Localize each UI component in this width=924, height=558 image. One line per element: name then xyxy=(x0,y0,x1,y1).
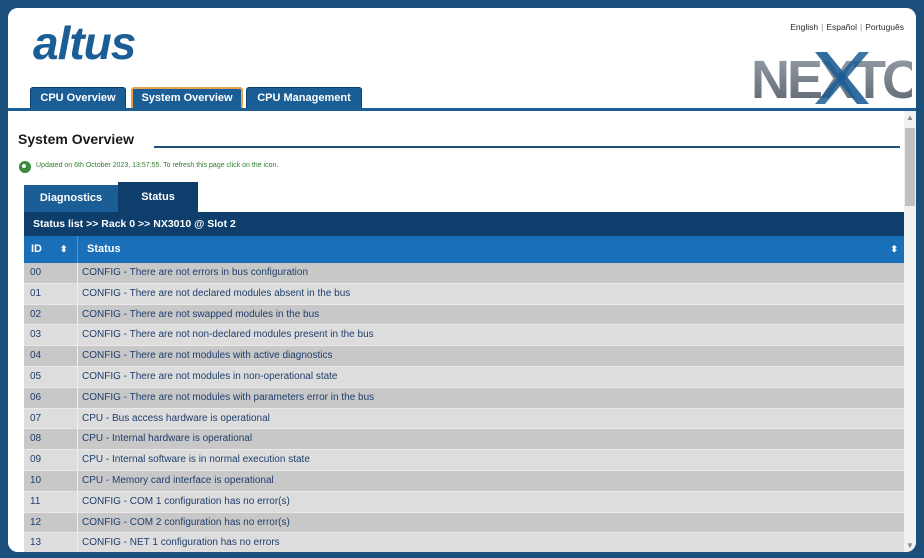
column-header-status-label: Status xyxy=(87,243,121,255)
scrollbar-thumb[interactable] xyxy=(905,128,915,206)
tab-cpu-management[interactable]: CPU Management xyxy=(246,87,362,108)
table-row: 05 CONFIG - There are not modules in non-… xyxy=(24,366,904,388)
row-status: CPU - Bus access hardware is operational xyxy=(82,412,270,424)
row-id: 09 xyxy=(24,450,78,470)
page-title: System Overview xyxy=(18,131,134,147)
table-row: 03 CONFIG - There are not non-declared mo… xyxy=(24,325,904,347)
row-status: CPU - Internal software is in normal exe… xyxy=(82,454,310,466)
table-row: 04 CONFIG - There are not modules with ac… xyxy=(24,346,904,367)
row-status: CONFIG - There are not modules in non-op… xyxy=(82,370,338,382)
row-status: CPU - Memory card interface is operation… xyxy=(82,474,274,486)
table-row: 09 CPU - Internal software is in normal e… xyxy=(24,450,904,471)
row-id: 10 xyxy=(24,470,78,491)
column-header-status[interactable]: Status ⬍ xyxy=(78,236,904,263)
row-id: 12 xyxy=(24,512,78,533)
page-header: altus English | Español | Português NEXTO CP… xyxy=(8,8,916,111)
table-row: 12 CONFIG - COM 2 configuration has no er… xyxy=(24,512,904,534)
status-table: ID ⬍ Status ⬍ 00 CONFIG - There are not e… xyxy=(24,236,904,552)
vertical-scrollbar[interactable]: ▲ ▼ xyxy=(904,111,916,552)
table-row: 08 CPU - Internal hardware is operational xyxy=(24,429,904,451)
table-row: 02 CONFIG - There are not swapped modules… xyxy=(24,304,904,326)
tab-diagnostics[interactable]: Diagnostics xyxy=(24,185,118,212)
row-status: CPU - Internal hardware is operational xyxy=(82,433,253,445)
chevron-up-icon[interactable]: ▲ xyxy=(906,113,914,122)
row-status: CONFIG - There are not declared modules … xyxy=(82,287,351,299)
table-row: 06 CONFIG - There are not modules with pa… xyxy=(24,387,904,409)
table-row: 00 CONFIG - There are not errors in bus c… xyxy=(24,263,904,284)
nexto-logo: NEXTO xyxy=(751,50,912,106)
table-header: ID ⬍ Status ⬍ xyxy=(24,236,904,263)
tab-status[interactable]: Status xyxy=(118,182,198,212)
last-updated-text: Updated on 6th October 2023, 13:57:55. T… xyxy=(36,162,279,169)
breadcrumb: Status list >> Rack 0 >> NX3010 @ Slot 2 xyxy=(24,212,904,236)
tab-cpu-overview[interactable]: CPU Overview xyxy=(30,87,126,108)
column-header-id-label: ID xyxy=(31,243,42,255)
row-status: CONFIG - NET 1 configuration has no erro… xyxy=(82,537,280,549)
table-row: 10 CPU - Memory card interface is operati… xyxy=(24,470,904,492)
row-status: CONFIG - There are not swapped modules i… xyxy=(82,308,320,320)
row-status: CONFIG - There are not errors in bus con… xyxy=(82,267,309,278)
row-status: CONFIG - COM 2 configuration has no erro… xyxy=(82,516,290,528)
title-underline xyxy=(154,146,900,148)
chevron-down-icon[interactable]: ▼ xyxy=(906,541,914,550)
row-id: 03 xyxy=(24,325,78,346)
language-selector: English | Español | Português xyxy=(790,22,904,32)
tab-system-overview[interactable]: System Overview xyxy=(131,87,243,109)
sort-icon: ⬍ xyxy=(890,244,898,254)
main-content: System Overview Updated on 6th October 2… xyxy=(8,111,904,552)
row-status: CONFIG - There are not modules with acti… xyxy=(82,350,333,362)
table-row: 11 CONFIG - COM 1 configuration has no er… xyxy=(24,491,904,513)
row-id: 05 xyxy=(24,366,78,387)
row-id: 08 xyxy=(24,429,78,450)
browser-page-frame: altus English | Español | Português NEXTO CP… xyxy=(8,8,916,552)
table-row: 01 CONFIG - There are not declared module… xyxy=(24,283,904,305)
row-id: 13 xyxy=(24,533,78,552)
column-header-id[interactable]: ID ⬍ xyxy=(24,236,78,263)
sort-icon: ⬍ xyxy=(60,244,68,254)
row-id: 04 xyxy=(24,346,78,366)
row-status: CONFIG - There are not non-declared modu… xyxy=(82,329,374,341)
row-id: 07 xyxy=(24,408,78,429)
table-row: 13 CONFIG - NET 1 configuration has no er… xyxy=(24,533,904,552)
row-status: CONFIG - There are not modules with para… xyxy=(82,391,375,403)
lang-portugues-link[interactable]: Português xyxy=(865,22,904,32)
refresh-icon[interactable] xyxy=(19,161,31,173)
lang-english-link[interactable]: English xyxy=(790,22,818,32)
row-id: 11 xyxy=(24,491,78,512)
table-row: 07 CPU - Bus access hardware is operation… xyxy=(24,408,904,430)
row-id: 06 xyxy=(24,387,78,408)
row-id: 02 xyxy=(24,304,78,325)
lang-espanol-link[interactable]: Español xyxy=(826,22,857,32)
row-id: 01 xyxy=(24,283,78,304)
row-id: 00 xyxy=(24,263,78,283)
altus-logo: altus xyxy=(33,17,136,69)
row-status: CONFIG - COM 1 configuration has no erro… xyxy=(82,495,290,507)
